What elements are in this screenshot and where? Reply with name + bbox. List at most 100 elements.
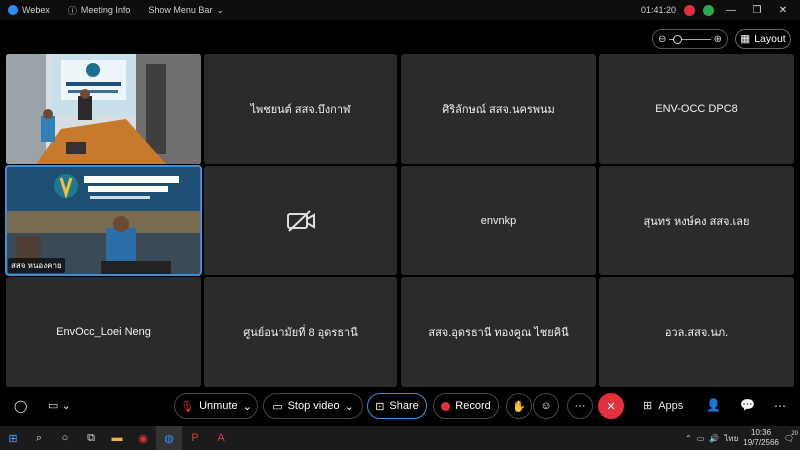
participant-tile[interactable]: ENV-OCC DPC8 bbox=[599, 54, 794, 164]
zoom-in-icon[interactable]: ⊕ bbox=[714, 34, 722, 45]
participants-icon: 👤 bbox=[706, 398, 721, 412]
share-icon: ⊡ bbox=[375, 400, 385, 413]
app-brand: Webex bbox=[8, 5, 50, 15]
participant-name: ศูนย์อนามัยที่ 8 อุดรธานี bbox=[243, 327, 358, 339]
emoji-button[interactable]: ☺ bbox=[533, 393, 559, 419]
input-language[interactable]: ไทย bbox=[724, 432, 738, 445]
app-name: Webex bbox=[22, 5, 50, 15]
participant-name: สุนทร หงษ์คง สสจ.เลย bbox=[643, 215, 750, 228]
zoom-out-icon[interactable]: ⊖ bbox=[658, 34, 666, 45]
volume-icon[interactable]: 🔊 bbox=[709, 434, 719, 443]
apps-grid-icon: ⊞ bbox=[643, 400, 653, 412]
stop-video-label: Stop video bbox=[287, 400, 340, 412]
participant-tile[interactable]: สสจ.อุดรธานี ทองคูณ ไชยคินี bbox=[401, 277, 596, 387]
more-options-button[interactable]: ··· bbox=[567, 393, 593, 419]
recording-status-icon bbox=[684, 4, 695, 16]
notification-center-icon[interactable]: 🗨 20 bbox=[784, 431, 798, 443]
participant-tile[interactable]: ศูนย์อนามัยที่ 8 อุดรธานี bbox=[204, 277, 397, 387]
zoom-track[interactable] bbox=[669, 34, 711, 44]
participant-name: อวล.สสจ.นภ. bbox=[664, 327, 729, 339]
participant-name-label: สสจ หนองคาย bbox=[8, 258, 65, 273]
clock-time: 10:36 bbox=[751, 428, 772, 437]
powerpoint-icon[interactable]: P bbox=[182, 426, 208, 450]
close-button[interactable]: ✕ bbox=[774, 5, 792, 16]
record-button[interactable]: Record bbox=[433, 393, 499, 419]
apps-label: Apps bbox=[658, 399, 684, 412]
participant-tile[interactable]: สุนทร หงษ์คง สสจ.เลย bbox=[599, 166, 794, 275]
participant-tile[interactable]: อวล.สสจ.นภ. bbox=[599, 277, 794, 387]
participant-video-tile[interactable]: สสจ หนองคาย bbox=[5, 165, 202, 276]
more-panels-button[interactable]: ⋯ bbox=[774, 399, 786, 413]
chevron-down-icon: ⌄ bbox=[216, 4, 224, 15]
webex-taskbar-icon[interactable]: ◍ bbox=[156, 426, 182, 450]
unmute-button[interactable]: 🎙 Unmute ⌄ bbox=[174, 393, 258, 419]
meeting-controls: ◯ ▭ ⌄ 🎙 Unmute ⌄ ▭ Stop video ⌄ ⊡ Share … bbox=[0, 390, 800, 424]
participant-tile[interactable] bbox=[204, 166, 397, 275]
zoom-knob[interactable] bbox=[673, 34, 683, 44]
video-camera-icon: ▭ bbox=[272, 400, 283, 413]
show-menu-bar-button[interactable]: Show Menu Bar ⌄ bbox=[148, 5, 224, 16]
participant-tile[interactable]: ไพชยนต์ สสจ.บึงกาฬ bbox=[204, 54, 397, 164]
chat-button[interactable]: 💬 bbox=[740, 398, 755, 412]
participant-tile[interactable]: envnkp bbox=[401, 166, 596, 275]
chevron-down-icon[interactable]: ⌄ bbox=[345, 400, 354, 413]
stop-video-button[interactable]: ▭ Stop video ⌄ bbox=[263, 393, 363, 419]
muted-microphone-icon: 🎙 bbox=[180, 400, 195, 413]
network-icon[interactable]: ▭ bbox=[697, 434, 705, 443]
raise-hand-button[interactable]: ✋ bbox=[506, 393, 532, 419]
clock-date: 19/7/2566 bbox=[743, 438, 779, 447]
record-icon bbox=[441, 401, 451, 411]
file-explorer-icon[interactable]: ▬ bbox=[104, 426, 130, 450]
meeting-info-button[interactable]: ⓘ Meeting Info bbox=[68, 4, 131, 17]
smiley-icon: ☺ bbox=[540, 400, 552, 412]
apps-button[interactable]: ⊞ Apps bbox=[643, 399, 684, 413]
system-tray: ⌃ ▭ 🔊 ไทย 10:36 19/7/2566 🗨 20 bbox=[685, 426, 800, 450]
participant-name: สสจ.อุดรธานี ทองคูณ ไชยคินี bbox=[428, 327, 569, 339]
camera-off-icon bbox=[286, 209, 315, 232]
hand-icon: ✋ bbox=[512, 400, 526, 413]
participant-grid: ไพชยนต์ สสจ.บึงกาฬ ศิริลักษณ์ สสจ.นครพนม… bbox=[5, 54, 794, 387]
participants-button[interactable]: 👤 bbox=[706, 398, 721, 412]
info-icon: ⓘ bbox=[67, 5, 77, 16]
meeting-info-label: Meeting Info bbox=[80, 5, 131, 15]
webex-logo-icon bbox=[8, 5, 18, 15]
chevron-down-icon[interactable]: ⌄ bbox=[243, 400, 252, 413]
windows-start-icon[interactable]: ⊞ bbox=[0, 426, 26, 450]
participant-tile[interactable]: EnvOcc_Loei Neng bbox=[6, 277, 201, 387]
share-button[interactable]: ⊡ Share bbox=[367, 393, 427, 419]
chrome-icon[interactable]: ◉ bbox=[130, 426, 156, 450]
chevron-up-icon[interactable]: ⌃ bbox=[685, 434, 692, 443]
participant-name: ENV-OCC DPC8 bbox=[655, 103, 738, 115]
captions-button[interactable]: ▭ ⌄ bbox=[48, 399, 71, 412]
participant-video-tile[interactable] bbox=[6, 54, 201, 164]
minimize-button[interactable]: — bbox=[722, 5, 740, 16]
participant-tile[interactable]: ศิริลักษณ์ สสจ.นครพนม bbox=[401, 54, 596, 164]
layout-label: Layout bbox=[754, 33, 786, 45]
participant-name: EnvOcc_Loei Neng bbox=[56, 326, 151, 338]
more-icon: ··· bbox=[574, 400, 586, 412]
titlebar-right: 01:41:20 — ❐ ✕ bbox=[641, 0, 800, 20]
layout-button[interactable]: ▦ Layout bbox=[735, 29, 791, 49]
close-icon: ✕ bbox=[606, 400, 616, 413]
unmute-label: Unmute bbox=[199, 400, 238, 412]
captions-icon: ▭ bbox=[48, 400, 59, 412]
task-view-icon[interactable]: ⧉ bbox=[78, 426, 104, 450]
participant-name: envnkp bbox=[480, 214, 517, 227]
reactions-icon[interactable]: ◯ bbox=[14, 399, 27, 413]
windows-taskbar: ⊞ ⌕ ○ ⧉ ▬ ◉ ◍ P A ⌃ ▭ 🔊 ไทย 10:36 19/7/2… bbox=[0, 426, 800, 450]
show-menu-bar-label: Show Menu Bar bbox=[148, 5, 213, 15]
meeting-timer: 01:41:20 bbox=[640, 5, 676, 15]
pdf-reader-icon[interactable]: A bbox=[208, 426, 234, 450]
title-bar: Webex ⓘ Meeting Info Show Menu Bar ⌄ 01:… bbox=[0, 0, 800, 20]
participant-name: ไพชยนต์ สสจ.บึงกาฬ bbox=[250, 104, 351, 116]
maximize-button[interactable]: ❐ bbox=[748, 5, 766, 16]
clock[interactable]: 10:36 19/7/2566 bbox=[743, 428, 779, 448]
cortana-icon[interactable]: ○ bbox=[52, 426, 78, 450]
record-label: Record bbox=[455, 400, 491, 412]
search-icon[interactable]: ⌕ bbox=[26, 426, 52, 450]
layout-icon: ▦ bbox=[740, 33, 751, 45]
zoom-slider[interactable]: ⊖ ⊕ bbox=[652, 29, 728, 49]
ellipsis-icon: ⋯ bbox=[774, 399, 786, 413]
chat-icon: 💬 bbox=[740, 398, 755, 412]
leave-meeting-button[interactable]: ✕ bbox=[598, 393, 624, 419]
